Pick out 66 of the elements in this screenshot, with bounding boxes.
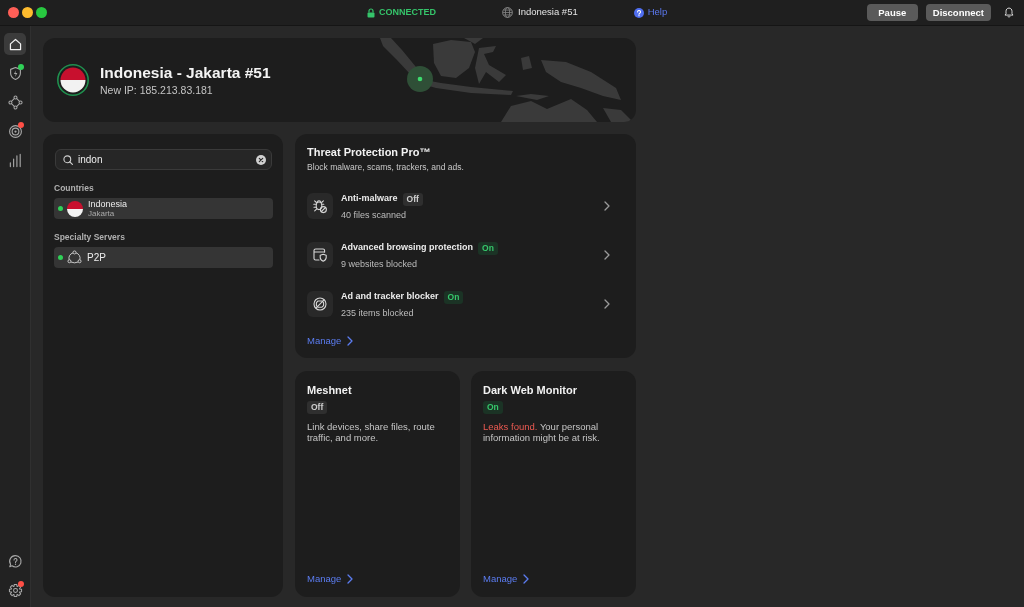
status-tag: On xyxy=(443,290,464,304)
bell-icon[interactable] xyxy=(1004,7,1014,18)
feature-name: Ad and tracker blocker xyxy=(341,290,439,304)
server-label: Indonesia #51 xyxy=(518,5,578,20)
status-tag: Off xyxy=(402,192,423,206)
ip-address: New IP: 185.213.83.181 xyxy=(100,84,214,97)
online-dot-icon xyxy=(58,255,63,260)
help-bubble-icon xyxy=(7,553,23,569)
help-link[interactable]: Help xyxy=(633,5,668,20)
card-title: Dark Web Monitor xyxy=(483,384,577,397)
search-field[interactable]: indon xyxy=(55,149,272,170)
search-icon xyxy=(63,154,73,165)
globe-icon xyxy=(502,7,513,18)
help-icon xyxy=(633,7,644,18)
server-name: P2P xyxy=(87,252,106,263)
section-heading: Countries xyxy=(54,183,95,193)
home-icon xyxy=(7,36,23,52)
feature-name: Anti-malware xyxy=(341,192,398,206)
disconnect-button[interactable]: Disconnect xyxy=(925,4,991,21)
chevron-right-icon xyxy=(523,573,530,584)
bug-icon xyxy=(307,193,333,219)
manage-link[interactable]: Manage xyxy=(307,571,354,586)
server-name: Indonesia xyxy=(88,199,128,209)
manage-link[interactable]: Manage xyxy=(307,334,354,349)
card-description: Link devices, share files, route traffic, and more. xyxy=(307,421,436,443)
p2p-nodes-icon xyxy=(67,250,82,265)
server-list-item[interactable]: P2P xyxy=(54,247,273,268)
card-title: Meshnet xyxy=(307,384,352,397)
connection-status: CONNECTED xyxy=(379,5,436,19)
lock-icon xyxy=(367,7,375,18)
browser-shield-icon xyxy=(307,242,333,268)
flag-icon xyxy=(57,64,89,96)
network-nodes-icon xyxy=(7,94,23,110)
maximize-icon[interactable] xyxy=(36,7,47,18)
server-city: Jakarta xyxy=(88,209,116,218)
status-tag: On xyxy=(478,241,498,255)
card-description: Leaks found. Your personal information might be at risk. xyxy=(483,421,601,443)
sidebar-button[interactable] xyxy=(4,33,26,55)
card-subtitle: Block malware, scams, trackers, and ads. xyxy=(307,162,465,172)
server-title: Indonesia - Jakarta #51 xyxy=(100,63,271,82)
minimize-icon[interactable] xyxy=(22,7,33,18)
feature-detail: 235 items blocked xyxy=(341,307,415,318)
pause-button[interactable]: Pause xyxy=(866,4,918,21)
target-icon xyxy=(7,123,23,139)
status-tag: Off xyxy=(307,401,328,414)
settings-icon xyxy=(7,582,23,598)
chevron-right-icon[interactable] xyxy=(604,201,610,211)
feature-detail: 9 websites blocked xyxy=(341,258,419,269)
bar-chart-icon xyxy=(7,152,23,168)
flag-icon xyxy=(67,200,83,217)
shield-bolt-icon xyxy=(7,65,23,81)
close-icon[interactable] xyxy=(8,7,19,18)
feature-name: Advanced browsing protection xyxy=(341,241,473,255)
chevron-right-icon xyxy=(347,573,354,584)
section-heading: Specialty Servers xyxy=(54,232,126,242)
feature-detail: 40 files scanned xyxy=(341,209,408,220)
chevron-right-icon[interactable] xyxy=(604,250,610,260)
chevron-right-icon[interactable] xyxy=(604,299,610,309)
online-dot-icon xyxy=(58,206,63,211)
status-tag: On xyxy=(483,401,503,414)
clear-icon[interactable] xyxy=(256,154,266,165)
card-title: Threat Protection Pro™ xyxy=(307,146,432,159)
chevron-right-icon xyxy=(347,336,354,347)
manage-link[interactable]: Manage xyxy=(483,571,530,586)
server-list-item[interactable]: Indonesia Jakarta xyxy=(54,198,273,219)
location-marker-icon xyxy=(407,66,433,92)
